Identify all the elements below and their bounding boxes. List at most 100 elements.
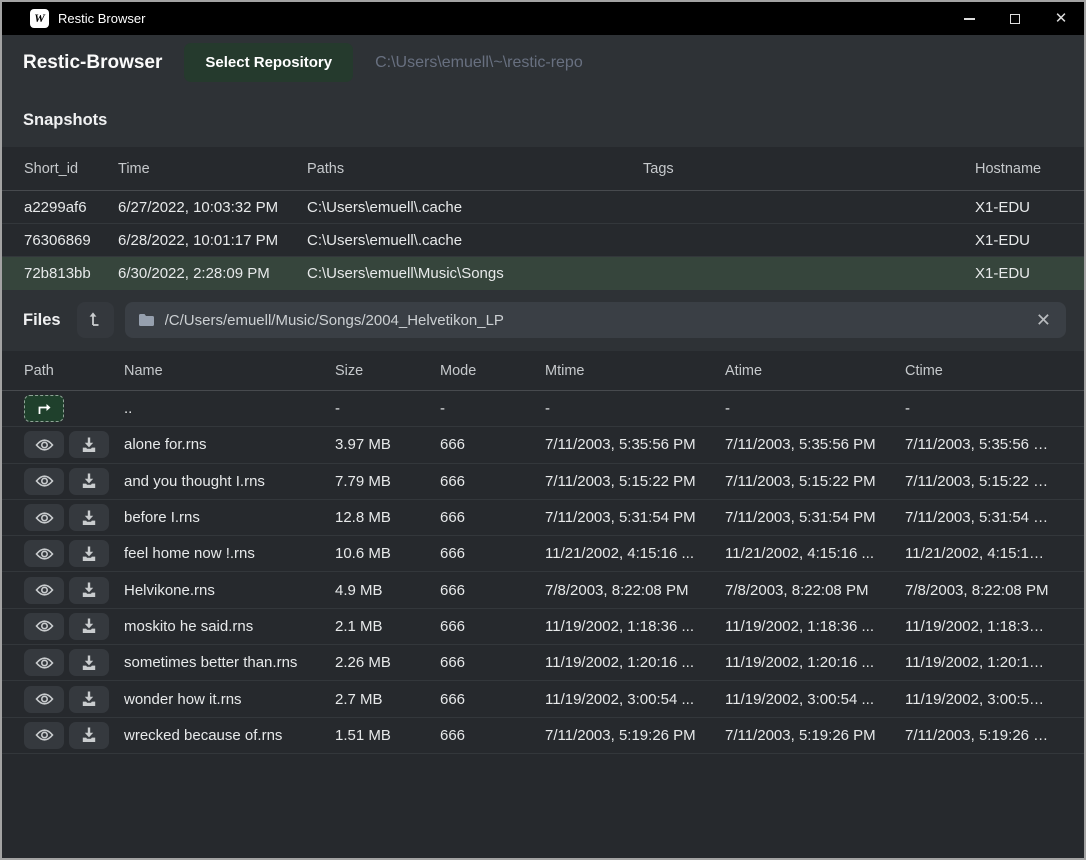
clear-path-button[interactable]: ✕: [1034, 311, 1053, 329]
file-atime: 11/19/2002, 1:20:16 ...: [725, 654, 905, 671]
preview-file-button[interactable]: [24, 613, 64, 640]
snapshot-time: 6/28/2022, 10:01:17 PM: [118, 232, 307, 249]
app-window: W Restic Browser ✕ Restic-Browser Select…: [0, 0, 1086, 860]
download-file-button[interactable]: [69, 431, 109, 458]
file-row[interactable]: before I.rns 12.8 MB 666 7/11/2003, 5:31…: [2, 500, 1084, 536]
preview-file-button[interactable]: [24, 577, 64, 604]
file-ctime: 7/11/2003, 5:31:54 PM: [905, 509, 1062, 526]
file-row[interactable]: Helvikone.rns 4.9 MB 666 7/8/2003, 8:22:…: [2, 572, 1084, 608]
file-size: 1.51 MB: [335, 727, 440, 744]
file-ctime: 11/19/2002, 1:18:36 ...: [905, 618, 1062, 635]
level-up-button[interactable]: [77, 302, 114, 338]
maximize-button[interactable]: [992, 2, 1038, 35]
preview-file-button[interactable]: [24, 722, 64, 749]
snapshot-row[interactable]: 72b813bb 6/30/2022, 2:28:09 PM C:\Users\…: [2, 257, 1084, 290]
file-size: 7.79 MB: [335, 473, 440, 490]
file-ctime: 11/19/2002, 1:20:16 ...: [905, 654, 1062, 671]
preview-file-button[interactable]: [24, 468, 64, 495]
close-button[interactable]: ✕: [1038, 2, 1084, 35]
download-file-button[interactable]: [69, 577, 109, 604]
file-atime: 7/11/2003, 5:35:56 PM: [725, 436, 905, 453]
file-atime: 11/19/2002, 3:00:54 ...: [725, 691, 905, 708]
snapshot-hostname: X1-EDU: [975, 265, 1062, 282]
download-file-button[interactable]: [69, 722, 109, 749]
snapshot-row[interactable]: 76306869 6/28/2022, 10:01:17 PM C:\Users…: [2, 224, 1084, 257]
download-file-button[interactable]: [69, 540, 109, 567]
file-row[interactable]: moskito he said.rns 2.1 MB 666 11/19/200…: [2, 609, 1084, 645]
col-size: Size: [335, 363, 440, 379]
col-mode: Mode: [440, 363, 545, 379]
eye-icon: [35, 474, 54, 488]
eye-icon: [35, 692, 54, 706]
snapshot-row[interactable]: a2299af6 6/27/2022, 10:03:32 PM C:\Users…: [2, 191, 1084, 224]
folder-icon: [138, 313, 155, 327]
file-mtime: 11/19/2002, 1:18:36 ...: [545, 618, 725, 635]
eye-icon: [35, 619, 54, 633]
file-name: before I.rns: [124, 509, 335, 526]
maximize-icon: [1010, 14, 1020, 24]
preview-file-button[interactable]: [24, 431, 64, 458]
download-icon: [81, 546, 97, 562]
file-mode: 666: [440, 654, 545, 671]
file-mtime: 11/19/2002, 3:00:54 ...: [545, 691, 725, 708]
go-up-button[interactable]: [24, 395, 64, 422]
file-atime: 7/11/2003, 5:19:26 PM: [725, 727, 905, 744]
file-name: wrecked because of.rns: [124, 727, 335, 744]
file-size: 10.6 MB: [335, 545, 440, 562]
col-mtime: Mtime: [545, 363, 725, 379]
col-atime: Atime: [725, 363, 905, 379]
file-name: wonder how it.rns: [124, 691, 335, 708]
file-atime: 11/21/2002, 4:15:16 ...: [725, 545, 905, 562]
file-row[interactable]: wonder how it.rns 2.7 MB 666 11/19/2002,…: [2, 681, 1084, 717]
select-repository-button[interactable]: Select Repository: [184, 43, 353, 82]
files-section-title: Files: [23, 311, 61, 330]
file-mode: -: [440, 400, 545, 417]
file-atime: 7/11/2003, 5:31:54 PM: [725, 509, 905, 526]
file-ctime: 11/21/2002, 4:15:16 ...: [905, 545, 1062, 562]
file-row[interactable]: alone for.rns 3.97 MB 666 7/11/2003, 5:3…: [2, 427, 1084, 463]
file-size: 3.97 MB: [335, 436, 440, 453]
col-time: Time: [118, 161, 307, 177]
file-atime: 7/11/2003, 5:15:22 PM: [725, 473, 905, 490]
file-atime: 7/8/2003, 8:22:08 PM: [725, 582, 905, 599]
minimize-icon: [964, 18, 975, 20]
snapshots-table: Short_id Time Paths Tags Hostname a2299a…: [2, 147, 1084, 290]
file-mtime: 7/11/2003, 5:19:26 PM: [545, 727, 725, 744]
file-name: Helvikone.rns: [124, 582, 335, 599]
file-mtime: 7/8/2003, 8:22:08 PM: [545, 582, 725, 599]
download-file-button[interactable]: [69, 649, 109, 676]
snapshots-section-title: Snapshots: [2, 90, 1084, 147]
file-ctime: 7/11/2003, 5:35:56 PM: [905, 436, 1062, 453]
download-file-button[interactable]: [69, 468, 109, 495]
go-up-arrow-icon: [36, 402, 52, 415]
file-size: 2.26 MB: [335, 654, 440, 671]
file-row[interactable]: and you thought I.rns 7.79 MB 666 7/11/2…: [2, 464, 1084, 500]
file-mode: 666: [440, 473, 545, 490]
file-mode: 666: [440, 691, 545, 708]
eye-icon: [35, 656, 54, 670]
current-path-text: /C/Users/emuell/Music/Songs/2004_Helveti…: [165, 312, 1024, 329]
eye-icon: [35, 438, 54, 452]
col-short-id: Short_id: [24, 161, 118, 177]
close-icon: ✕: [1055, 11, 1068, 26]
preview-file-button[interactable]: [24, 504, 64, 531]
download-file-button[interactable]: [69, 504, 109, 531]
download-file-button[interactable]: [69, 686, 109, 713]
file-row[interactable]: sometimes better than.rns 2.26 MB 666 11…: [2, 645, 1084, 681]
download-icon: [81, 727, 97, 743]
parent-directory-row[interactable]: .. - - - - -: [2, 391, 1084, 427]
file-row[interactable]: feel home now !.rns 10.6 MB 666 11/21/20…: [2, 536, 1084, 572]
snapshot-short-id: 76306869: [24, 232, 118, 249]
file-mtime: 11/19/2002, 1:20:16 ...: [545, 654, 725, 671]
current-path-bar[interactable]: /C/Users/emuell/Music/Songs/2004_Helveti…: [125, 302, 1066, 338]
preview-file-button[interactable]: [24, 686, 64, 713]
preview-file-button[interactable]: [24, 540, 64, 567]
file-name: feel home now !.rns: [124, 545, 335, 562]
minimize-button[interactable]: [946, 2, 992, 35]
file-name: sometimes better than.rns: [124, 654, 335, 671]
file-ctime: 7/11/2003, 5:15:22 PM: [905, 473, 1062, 490]
snapshot-hostname: X1-EDU: [975, 232, 1062, 249]
preview-file-button[interactable]: [24, 649, 64, 676]
file-row[interactable]: wrecked because of.rns 1.51 MB 666 7/11/…: [2, 718, 1084, 754]
download-file-button[interactable]: [69, 613, 109, 640]
